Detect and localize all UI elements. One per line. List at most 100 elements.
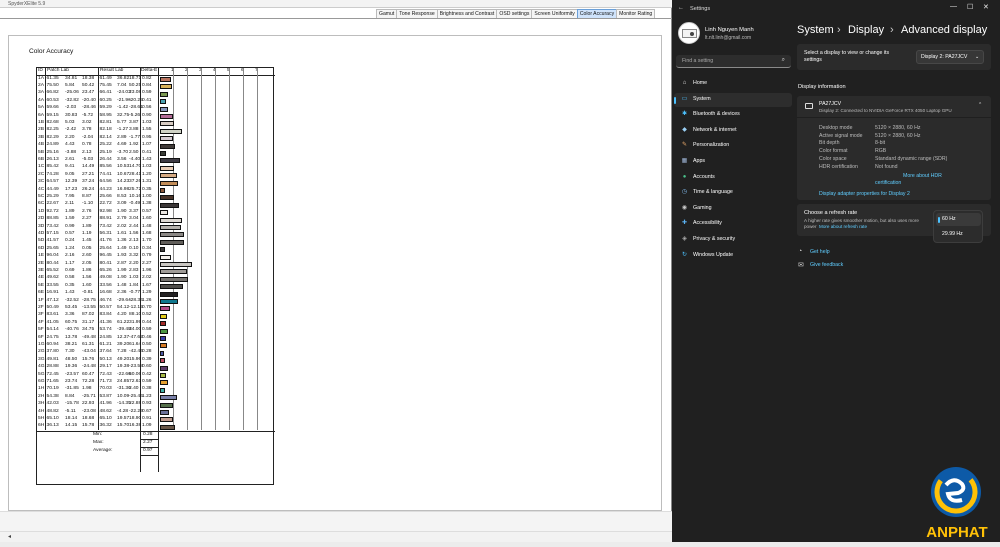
delta-e-bar: [160, 402, 174, 408]
delta-e-bar: [160, 299, 178, 304]
sidebar-item-accessibility[interactable]: ✚ Accessibility: [674, 217, 792, 231]
settings-search-input[interactable]: Find a setting ⌕: [676, 55, 791, 68]
delta-e-bar: [160, 254, 172, 260]
delta-e-bar: [160, 180, 179, 186]
info-value: Standard dynamic range (SDR): [875, 155, 948, 162]
delta-e-bar: [160, 284, 184, 290]
search-placeholder: Find a setting: [682, 58, 714, 64]
sidebar-item-gaming[interactable]: ◉ Gaming: [674, 202, 792, 216]
spyder-title-bar: SpyderXElite 5.9: [0, 0, 672, 8]
delta-e-bar: [160, 343, 167, 349]
sidebar-item-privacy-security[interactable]: ◈ Privacy & security: [674, 233, 792, 247]
summary-max-value: 2.27: [143, 439, 153, 445]
sidebar-item-system[interactable]: ▭ System: [674, 92, 792, 107]
table-rule: [140, 454, 158, 456]
refresh-option-selected[interactable]: 60 Hz: [936, 213, 981, 226]
sidebar-item-label: Gaming: [693, 204, 712, 211]
sidebar-item-accounts[interactable]: ● Accounts: [674, 171, 792, 185]
tab-screen-uniformity[interactable]: Screen Uniformity: [531, 9, 578, 18]
sidebar-item-time-language[interactable]: ◷ Time & language: [674, 186, 792, 200]
display-select[interactable]: Display 2: PA27JCV ⌄: [916, 50, 984, 64]
get-help-link[interactable]: Get help: [810, 249, 830, 255]
table-column-rule: [243, 68, 244, 431]
display-info-heading: Display information: [798, 84, 846, 90]
tab-tone-response[interactable]: Tone Response: [396, 9, 438, 18]
delta-e-bar: [160, 380, 169, 386]
delta-e-bar: [160, 276, 189, 282]
hdr-link[interactable]: More about HDR: [903, 173, 942, 179]
tab-brightness-and-contrast[interactable]: Brightness and Contrast: [436, 9, 498, 18]
user-name: Linh Nguyen Manh: [705, 27, 754, 33]
sidebar-item-label: Privacy & security: [693, 236, 736, 242]
status-bar: ◂: [0, 531, 672, 542]
delta-e-bar: [160, 158, 181, 164]
delta-e-bar: [160, 291, 179, 297]
breadcrumb-system[interactable]: System: [797, 24, 834, 36]
tab-color-accuracy[interactable]: Color Accuracy: [576, 9, 618, 18]
refresh-rate-link[interactable]: More about refresh rate: [819, 224, 867, 229]
sidebar-item-windows-update[interactable]: ↻ Windows Update: [674, 249, 792, 263]
summary-min-label: Min:: [93, 431, 103, 437]
table-column-rule: [158, 68, 159, 473]
delta-e-bar: [160, 217, 183, 223]
monitor-connection: Display 2: Connected to NVIDIA GeForce R…: [819, 108, 952, 113]
table-column-rule: [229, 68, 230, 431]
info-value: Not found: [875, 163, 898, 170]
tab-osd-settings[interactable]: OSD settings: [496, 9, 533, 18]
table-column-rule: [215, 68, 216, 431]
sidebar-item-personalization[interactable]: ✎ Personalization: [674, 139, 792, 153]
delta-e-bar: [160, 410, 170, 415]
give-feedback-link[interactable]: Give feedback: [810, 262, 843, 268]
chevron-down-icon: ⌄: [975, 54, 980, 60]
breadcrumb-display[interactable]: Display: [848, 24, 884, 36]
table-cell: 36.13: [46, 423, 59, 429]
delta-e-bar: [160, 232, 184, 238]
refresh-rate-dropdown[interactable]: 60 Hz 29.99 Hz: [933, 210, 983, 243]
info-label: Bit depth: [819, 140, 840, 147]
maximize-icon[interactable]: ☐: [967, 3, 973, 11]
table-cell: 14.15: [65, 423, 78, 429]
sidebar-item-label: Time & language: [693, 189, 733, 196]
sidebar-item-apps[interactable]: ▦ Apps: [674, 155, 792, 169]
tab-gamut[interactable]: Gamut: [376, 9, 398, 18]
avatar[interactable]: [678, 22, 700, 44]
delta-e-bar: [160, 121, 175, 127]
monitor-name: PA27JCV: [819, 101, 842, 107]
hdr-link-2[interactable]: certification: [875, 180, 901, 186]
delta-e-bar: [160, 202, 180, 208]
display-select-value: Display 2: PA27JCV: [921, 54, 968, 60]
delta-e-bar: [160, 313, 168, 319]
minimize-icon[interactable]: —: [950, 3, 957, 10]
sidebar-item-home[interactable]: ⌂ Home: [674, 77, 792, 91]
back-arrow-icon[interactable]: ←: [678, 5, 684, 11]
gaming-icon: ◉: [681, 204, 688, 211]
delta-e-bar: [160, 387, 166, 393]
tab-monitor-rating[interactable]: Monitor Rating: [616, 9, 656, 18]
close-icon[interactable]: ✕: [983, 3, 989, 11]
delta-e-bar: [160, 151, 166, 156]
info-label: Active signal mode: [819, 132, 863, 139]
sidebar-item-bluetooth-devices[interactable]: ✱ Bluetooth & devices: [674, 108, 792, 122]
table-cell: 1.09: [142, 423, 152, 429]
breadcrumb-advanced-display: Advanced display: [901, 24, 988, 36]
delta-e-bar: [160, 417, 173, 423]
nav-selection-indicator: [674, 96, 676, 104]
sidebar-item-label: Network & internet: [693, 126, 737, 133]
horizontal-scroll-area[interactable]: [0, 511, 672, 531]
scroll-left-icon[interactable]: ◂: [8, 533, 11, 540]
bluetooth-icon: ✱: [681, 111, 688, 118]
delta-e-bar: [160, 321, 167, 327]
refresh-option-2999[interactable]: 29.99 Hz: [942, 231, 963, 237]
info-label: HDR certification: [819, 163, 858, 170]
adapter-properties-link[interactable]: Display adapter properties for Display 2: [819, 191, 910, 197]
table-rule: [37, 430, 275, 432]
delta-e-bar: [160, 84, 172, 90]
delta-e-bar: [160, 365, 169, 371]
sidebar-item-network-internet[interactable]: ◆ Network & internet: [674, 124, 792, 138]
chevron-right-icon: ›: [837, 24, 841, 36]
search-icon[interactable]: ⌕: [782, 57, 785, 64]
delta-e-bar: [160, 210, 168, 216]
monitor-header[interactable]: PA27JCV Display 2: Connected to NVIDIA G…: [797, 96, 991, 118]
chevron-right-icon: ›: [890, 24, 894, 36]
summary-max-label: Max:: [93, 439, 104, 445]
